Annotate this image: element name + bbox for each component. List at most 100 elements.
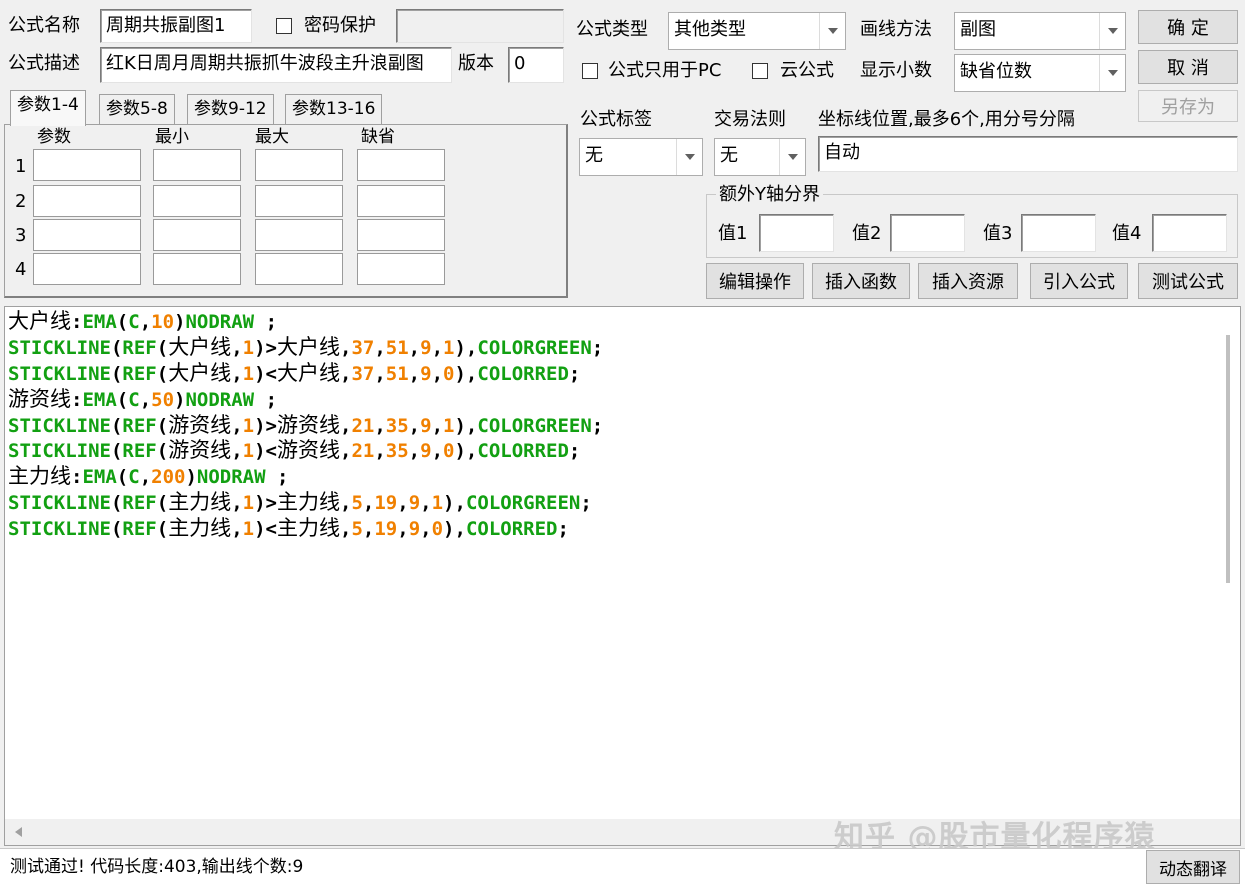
code-token: 9 <box>420 440 432 463</box>
param-default-input[interactable] <box>357 253 445 285</box>
chevron-down-icon[interactable] <box>779 139 805 175</box>
code-token: 主力线 <box>168 516 232 541</box>
code-token: 37 <box>351 336 375 359</box>
code-token: : <box>71 466 83 489</box>
decimals-select[interactable]: 缺省位数 <box>954 54 1126 92</box>
value2-input[interactable] <box>890 214 965 252</box>
save-as-button[interactable]: 另存为 <box>1138 90 1238 122</box>
param-max-input[interactable] <box>255 185 343 217</box>
code-token: 大户线 <box>8 309 71 333</box>
value1-input[interactable] <box>759 214 834 252</box>
code-token: ), <box>454 362 478 385</box>
code-token: ( <box>156 414 169 437</box>
pc-only-checkbox[interactable] <box>582 63 598 79</box>
code-token: COLORRED <box>477 362 569 385</box>
param-min-input[interactable] <box>153 219 241 251</box>
chevron-down-icon[interactable] <box>676 139 702 175</box>
param-max-input[interactable] <box>255 149 343 181</box>
edit-operation-button[interactable]: 编辑操作 <box>706 263 804 299</box>
code-text[interactable]: 大户线:EMA(C,10)NODRAW ; STICKLINE(REF(大户线,1… <box>8 309 603 542</box>
dynamic-translate-button[interactable]: 动态翻译 <box>1146 850 1240 884</box>
param-name-input[interactable] <box>33 253 141 285</box>
param-min-input[interactable] <box>153 149 241 181</box>
code-token: 大户线 <box>276 360 340 385</box>
value4-input[interactable] <box>1152 214 1227 252</box>
cancel-button[interactable]: 取 消 <box>1138 50 1238 84</box>
trade-rule-select[interactable]: 无 <box>714 138 806 176</box>
code-token: REF <box>122 492 157 515</box>
param-min-input[interactable] <box>153 253 241 285</box>
test-formula-button[interactable]: 测试公式 <box>1138 263 1238 299</box>
code-token: COLORRED <box>477 440 569 463</box>
param-name-input[interactable] <box>33 149 141 181</box>
chevron-down-icon[interactable] <box>819 13 845 49</box>
formula-tag-select[interactable]: 无 <box>579 138 703 176</box>
param-name-input[interactable] <box>33 185 141 217</box>
col-header-max: 最大 <box>255 127 289 147</box>
param-max-input[interactable] <box>255 219 343 251</box>
tab-params-1-4[interactable]: 参数1-4 <box>10 90 86 126</box>
code-token: NODRAW <box>185 311 255 333</box>
code-token: , <box>231 492 243 515</box>
coord-line-label: 坐标线位置,最多6个,用分号分隔 <box>818 109 1075 130</box>
code-token: 9 <box>420 414 432 437</box>
chevron-down-icon[interactable] <box>1099 13 1125 49</box>
code-token: STICKLINE <box>8 414 111 437</box>
code-token: ( <box>110 336 123 359</box>
formula-desc-input[interactable]: 红K日周月周期共振抓牛波段主升浪副图 <box>100 47 452 83</box>
code-token: , <box>397 492 409 515</box>
tab-params-13-16[interactable]: 参数13-16 <box>285 94 383 124</box>
code-token: REF <box>122 440 157 463</box>
code-token: C <box>128 311 140 333</box>
extra-y-axis-label: 额外Y轴分界 <box>716 183 823 207</box>
status-message: 测试通过! 代码长度:403,输出线个数:9 <box>10 857 304 877</box>
left-arrow-icon[interactable] <box>15 827 22 837</box>
value3-input[interactable] <box>1021 214 1096 252</box>
code-token: ; <box>557 518 569 541</box>
code-token: ; <box>580 492 592 515</box>
code-line: STICKLINE(REF(主力线,1)<主力线,5,19,9,0),COLOR… <box>8 516 603 542</box>
code-editor[interactable]: 大户线:EMA(C,10)NODRAW ; STICKLINE(REF(大户线,1… <box>4 306 1241 846</box>
tab-params-5-8[interactable]: 参数5-8 <box>99 94 175 124</box>
param-default-input[interactable] <box>357 219 445 251</box>
code-token: )> <box>254 336 277 359</box>
coord-line-input[interactable]: 自动 <box>818 136 1238 172</box>
formula-name-label: 公式名称 <box>8 15 80 36</box>
code-token: , <box>362 492 375 515</box>
version-input[interactable]: 0 <box>508 47 564 83</box>
code-token: ( <box>156 336 169 359</box>
param-min-input[interactable] <box>153 185 241 217</box>
code-token: 游资线 <box>276 438 340 463</box>
vertical-scrollbar[interactable] <box>1226 335 1230 583</box>
code-token: , <box>339 336 352 359</box>
code-token: COLORRED <box>465 518 558 541</box>
param-default-input[interactable] <box>357 185 445 217</box>
draw-method-select[interactable]: 副图 <box>954 12 1126 50</box>
ok-button[interactable]: 确 定 <box>1138 10 1238 44</box>
code-token: , <box>431 440 444 463</box>
code-token: STICKLINE <box>8 362 111 385</box>
insert-resource-button[interactable]: 插入资源 <box>918 263 1018 299</box>
import-formula-button[interactable]: 引入公式 <box>1030 263 1128 299</box>
param-default-input[interactable] <box>357 149 445 181</box>
code-token: 游资线 <box>276 412 340 437</box>
params-panel: 参数 最小 最大 缺省 1 2 3 4 <box>4 124 568 298</box>
code-token: 1 <box>443 414 455 437</box>
formula-type-select[interactable]: 其他类型 <box>668 12 846 50</box>
chevron-down-icon[interactable] <box>1099 55 1125 91</box>
tab-params-9-12[interactable]: 参数9-12 <box>187 94 274 124</box>
formula-desc-label: 公式描述 <box>8 53 80 74</box>
password-protect-checkbox[interactable] <box>276 18 292 34</box>
cloud-formula-checkbox[interactable] <box>752 63 768 79</box>
code-token: 1 <box>242 440 255 463</box>
col-header-param: 参数 <box>37 127 71 147</box>
code-token: 50 <box>151 388 175 411</box>
code-token: , <box>420 492 432 515</box>
insert-function-button[interactable]: 插入函数 <box>812 263 910 299</box>
code-token: , <box>374 362 386 385</box>
param-name-input[interactable] <box>33 219 141 251</box>
param-max-input[interactable] <box>255 253 343 285</box>
formula-name-input[interactable]: 周期共振副图1 <box>100 9 252 43</box>
code-token: , <box>408 414 421 437</box>
code-token: )> <box>254 414 277 437</box>
